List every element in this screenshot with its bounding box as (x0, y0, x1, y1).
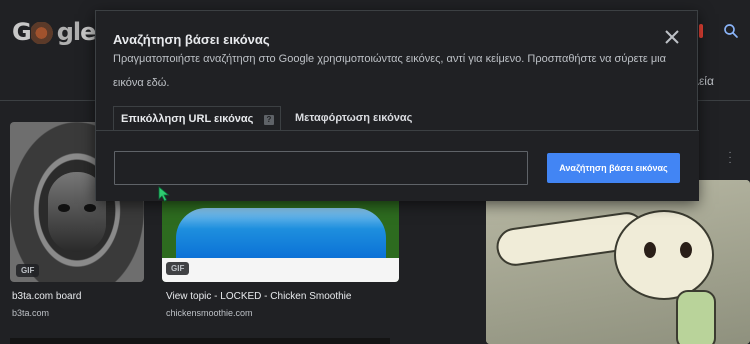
mic-icon[interactable] (699, 24, 703, 38)
search-by-image-button[interactable]: Αναζήτηση βάσει εικόνας (547, 153, 680, 183)
result-site-1[interactable]: b3ta.com (12, 308, 49, 318)
tab-paste-url-label: Επικόλληση URL εικόνας (121, 113, 254, 125)
dialog-tabs: Επικόλληση URL εικόνας ? Μεταφόρτωση εικ… (113, 106, 683, 130)
result-thumbnail-2[interactable]: GIF (162, 196, 399, 282)
google-logo[interactable]: Ggle (12, 18, 96, 46)
gif-badge: GIF (16, 264, 40, 277)
thumbnail-water (176, 208, 386, 260)
tab-panel-url: Αναζήτηση βάσει εικόνας (96, 130, 699, 201)
mouse-cursor-icon (158, 186, 170, 202)
thumbnail-ground (162, 258, 399, 282)
result-site-2[interactable]: chickensmoothie.com (166, 308, 253, 318)
help-icon[interactable]: ? (264, 115, 274, 125)
page: Ggle αλεία GIF b3ta.com board b3ta.com G… (0, 0, 750, 344)
thumbnail-eye (58, 204, 70, 212)
result-title-2[interactable]: View topic - LOCKED - Chicken Smoothie (166, 291, 351, 302)
thumbnail-eye (644, 242, 656, 258)
thumbnail-head (614, 210, 714, 300)
dialog-description: Πραγματοποιήστε αναζήτηση στο Google χρη… (113, 53, 666, 89)
gif-badge: GIF (166, 262, 190, 275)
thumbnail-eye (680, 242, 692, 258)
result-title-1[interactable]: b3ta.com board (12, 291, 82, 302)
thumbnail-hand (676, 290, 716, 344)
dialog-title: Αναζήτηση βάσει εικόνας (113, 32, 270, 47)
doodle-icon (30, 22, 57, 44)
tab-paste-url[interactable]: Επικόλληση URL εικόνας ? (113, 106, 281, 130)
more-vert-icon[interactable]: · · · (727, 148, 733, 168)
search-by-image-dialog: Αναζήτηση βάσει εικόνας Πραγματοποιήστε … (95, 10, 699, 201)
close-icon[interactable] (662, 27, 682, 47)
search-icon[interactable] (722, 22, 740, 40)
image-url-input[interactable] (114, 151, 528, 185)
result-thumbnail-3[interactable] (486, 180, 750, 344)
thumbnail-eye (84, 204, 96, 212)
result-row-next (10, 338, 390, 344)
tab-upload-image[interactable]: Μεταφόρτωση εικόνας (295, 106, 412, 130)
